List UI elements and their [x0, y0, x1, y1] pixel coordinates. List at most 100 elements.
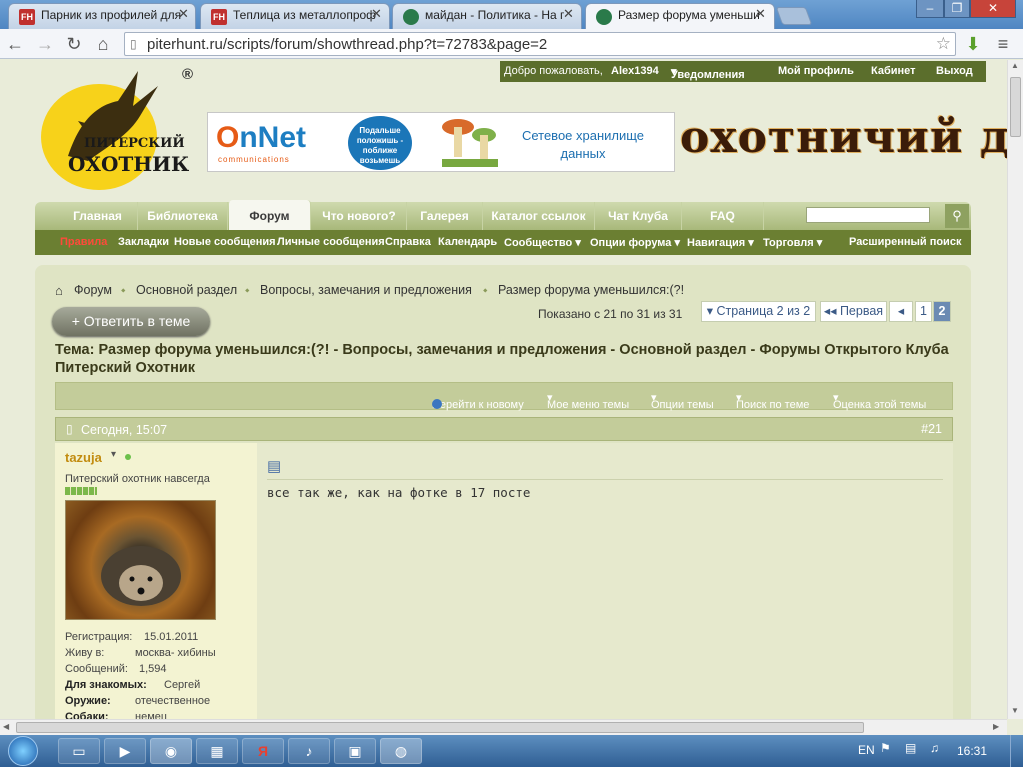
search-icon[interactable]: ⚲: [945, 204, 969, 228]
info-value: немец: [135, 711, 168, 719]
maximize-button[interactable]: ❐: [944, 0, 970, 18]
logout-link[interactable]: Выход: [936, 65, 973, 77]
page-selector[interactable]: ▾ Страница 2 из 2: [701, 301, 816, 322]
breadcrumb-thread[interactable]: Размер форума уменьшился:(?!: [498, 283, 684, 297]
browser-window-icon[interactable]: ◍: [380, 738, 422, 764]
subnav-navigation[interactable]: Навигация ▾: [687, 236, 754, 249]
vertical-scrollbar[interactable]: ▲ ▼: [1007, 60, 1023, 719]
download-arrow-icon[interactable]: ⬇: [962, 34, 984, 55]
subnav-private-messages[interactable]: Личные сообщения: [277, 236, 385, 248]
horizontal-scrollbar[interactable]: ◀ ▶: [0, 719, 1007, 735]
nav-whats-new[interactable]: Что нового?: [312, 202, 407, 230]
nav-forum[interactable]: Форум: [229, 200, 311, 230]
thread-options-link[interactable]: Опции темы ▾: [651, 391, 714, 411]
subnav-community[interactable]: Сообщество ▾: [504, 236, 581, 249]
close-tab-icon[interactable]: ✕: [563, 6, 574, 22]
rate-thread-link[interactable]: Оценка этой темы ▾: [833, 391, 926, 411]
post-username[interactable]: tazuja: [65, 450, 102, 465]
breadcrumb-questions[interactable]: Вопросы, замечания и предложения: [260, 283, 472, 297]
scroll-down-icon[interactable]: ▼: [1011, 706, 1019, 715]
explorer-icon[interactable]: ▭: [58, 738, 100, 764]
close-tab-icon[interactable]: ✕: [755, 6, 766, 22]
rate-thread-label: Оценка этой темы: [833, 399, 927, 411]
cabinet-link[interactable]: Кабинет: [871, 65, 916, 77]
tray-network-icon[interactable]: ▤: [905, 741, 916, 755]
scroll-left-icon[interactable]: ◀: [3, 722, 9, 731]
browser-tab[interactable]: майдан - Политика - На г: [392, 3, 582, 29]
home-icon[interactable]: ⌂: [55, 283, 63, 298]
banner-brand-sub: communications: [218, 155, 290, 164]
subnav-calendar[interactable]: Календарь: [438, 236, 497, 248]
browser-tab[interactable]: FH Парник из профилей для: [8, 3, 196, 29]
reply-button[interactable]: + Ответить в теме: [52, 307, 210, 336]
subnav-trade[interactable]: Торговля ▾: [763, 236, 822, 249]
forward-arrow-icon[interactable]: →: [34, 34, 56, 55]
nav-chat[interactable]: Чат Клуба: [595, 202, 682, 230]
reload-icon[interactable]: ↻: [63, 34, 85, 55]
address-input[interactable]: ▯ piterhunt.ru/scripts/forum/showthread.…: [124, 32, 956, 56]
tray-flag-icon[interactable]: ⚑: [880, 741, 891, 755]
minimize-button[interactable]: –: [916, 0, 944, 18]
show-desktop-button[interactable]: [1010, 735, 1023, 767]
username-link[interactable]: Alex1394: [611, 65, 659, 77]
notifications-menu[interactable]: Уведомления ▾: [671, 65, 745, 81]
post-icon: ▯: [66, 422, 73, 436]
nav-faq[interactable]: FAQ: [682, 202, 764, 230]
user-title: Питерский охотник навсегда: [65, 473, 210, 485]
close-window-button[interactable]: ✕: [970, 0, 1016, 18]
language-indicator[interactable]: EN: [858, 743, 875, 757]
avatar[interactable]: [65, 500, 216, 620]
post-number-link[interactable]: #21: [921, 422, 942, 436]
subnav-rules[interactable]: Правила: [60, 236, 107, 248]
volume-app-icon[interactable]: ♪: [288, 738, 330, 764]
back-arrow-icon[interactable]: ←: [4, 34, 26, 55]
browser-tab-active[interactable]: Размер форума уменьши: [585, 3, 775, 29]
start-button[interactable]: [8, 736, 38, 766]
tray-volume-icon[interactable]: ♫: [930, 741, 939, 755]
ad-banner[interactable]: OnNet communications Подальше положишь -…: [207, 112, 675, 172]
breadcrumb-forum[interactable]: Форум: [74, 283, 112, 297]
subnav-forum-options[interactable]: Опции форума ▾: [590, 236, 680, 249]
menu-wrench-icon[interactable]: ≡: [992, 34, 1014, 55]
user-menu-chevron-icon[interactable]: ▾: [111, 449, 116, 460]
calculator-icon[interactable]: ▦: [196, 738, 238, 764]
browser-tab[interactable]: FH Теплица из металлопроф: [200, 3, 390, 29]
profile-link[interactable]: Мой профиль: [778, 65, 854, 77]
close-tab-icon[interactable]: ✕: [371, 6, 382, 22]
network-app-icon[interactable]: ▣: [334, 738, 376, 764]
banner-brand: OnNet: [216, 121, 307, 154]
scroll-right-icon[interactable]: ▶: [993, 722, 999, 731]
first-page-button[interactable]: ◂◂ Первая: [820, 301, 887, 322]
goto-new-label: Перейти к новому: [432, 399, 524, 411]
info-label: Живу в:: [65, 647, 105, 659]
chrome-icon[interactable]: ◉: [150, 738, 192, 764]
hedgehog-image: [101, 546, 181, 606]
logo-line1: ПИТЕРСКИЙ: [84, 136, 185, 151]
hscroll-thumb[interactable]: [16, 722, 864, 733]
subnav-new-posts[interactable]: Новые сообщения: [174, 236, 276, 248]
post-date: Сегодня, 15:07: [81, 423, 168, 437]
prev-page-button[interactable]: ◂: [889, 301, 913, 322]
search-input[interactable]: [806, 207, 930, 223]
thread-search-link[interactable]: Поиск по теме ▾: [736, 391, 809, 411]
media-player-icon[interactable]: ▶: [104, 738, 146, 764]
nav-gallery[interactable]: Галерея: [407, 202, 483, 230]
advanced-search-link[interactable]: Расширенный поиск: [849, 236, 961, 248]
home-icon[interactable]: ⌂: [92, 34, 114, 55]
close-tab-icon[interactable]: ✕: [178, 6, 189, 22]
nav-main[interactable]: Главная: [58, 202, 138, 230]
new-tab-button[interactable]: [775, 7, 813, 25]
bookmark-star-icon[interactable]: ☆: [936, 34, 951, 54]
subnav-help[interactable]: Справка: [385, 236, 431, 248]
nav-link-catalog[interactable]: Каталог ссылок: [483, 202, 595, 230]
clock[interactable]: 16:31: [957, 744, 987, 758]
scroll-up-icon[interactable]: ▲: [1011, 61, 1019, 70]
breadcrumb-main-section[interactable]: Основной раздел: [136, 283, 237, 297]
yandex-icon[interactable]: Я: [242, 738, 284, 764]
subnav-bookmarks[interactable]: Закладки: [118, 236, 169, 248]
my-menu-link[interactable]: Мое меню темы ▾: [547, 391, 629, 411]
site-logo[interactable]: ПИТЕРСКИЙ ОХОТНИК ®: [40, 66, 200, 191]
nav-library[interactable]: Библиотека: [138, 202, 228, 230]
page-1-link[interactable]: 1: [915, 301, 932, 322]
vscroll-thumb[interactable]: [1010, 77, 1021, 137]
